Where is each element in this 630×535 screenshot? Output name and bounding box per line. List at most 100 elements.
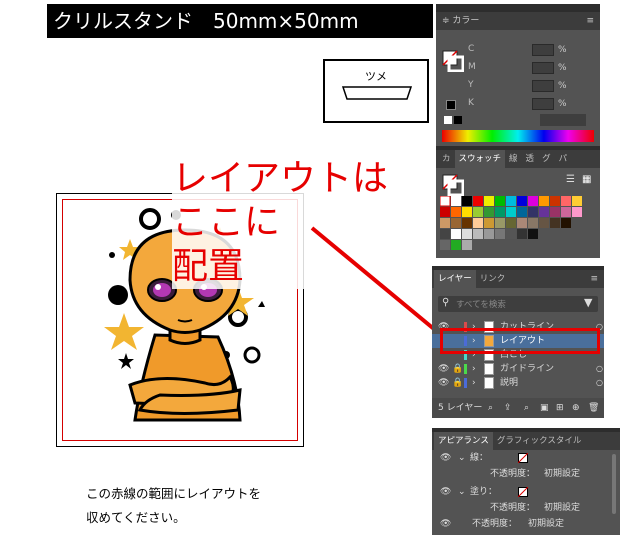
channel-y-label: Y [468,80,474,90]
tab-swatches[interactable]: スウォッチ [454,150,506,168]
target-circle-icon[interactable]: ○ [596,376,603,390]
chevron-icon[interactable]: ≑ [442,16,452,26]
tab-pathfinder[interactable]: パ [555,150,572,168]
appearance-fill-opacity-row[interactable]: 不透明度： 初期設定 [432,500,620,516]
chevron-down-icon[interactable]: ⌄ [458,450,466,466]
callout-line-1: レイアウトは [172,157,389,201]
eye-icon[interactable]: 👁 [440,516,451,532]
panel-menu-icon[interactable]: ≡ [590,270,598,288]
stroke-label: 線： [470,453,489,463]
search-placeholder: すべてを検索 [456,300,506,310]
channel-y-input[interactable] [532,80,554,92]
filter-icon[interactable]: ▼ [584,296,592,309]
chevron-right-icon[interactable]: › [472,362,476,376]
tab-appearance[interactable]: アピアランス [434,432,493,450]
appearance-stroke-row[interactable]: 👁 ⌄ 線： [432,450,620,466]
layer-highlight-box [440,328,600,354]
instruction-line-2: 収めてください。 [86,510,186,525]
appearance-object-opacity-row[interactable]: 👁 不透明度： 初期設定 [432,516,620,532]
fill-stroke-icon[interactable] [442,50,464,72]
black-swatch[interactable] [446,100,456,110]
callout-line-3: 配置 [172,245,389,289]
channel-k-unit: % [558,99,567,109]
tab-stroke[interactable]: 線 [505,150,522,168]
new-layer-icon[interactable]: ⊕ [572,398,580,418]
color-panel-header[interactable]: ≑ カラー ≡ [436,12,600,30]
grid-view-icon[interactable]: ▦ [582,174,591,185]
layer-name: 説明 [500,378,519,388]
appearance-stroke-opacity-row[interactable]: 不透明度： 初期設定 [432,466,620,482]
tab-gradient[interactable]: グ [538,150,555,168]
export-icon[interactable]: ⇪ [504,398,512,418]
layer-row-description[interactable]: 👁 🔒 › 説明 ○ [432,376,604,390]
clipping-mask-icon[interactable]: ▣ [540,398,549,418]
black-mini-swatch[interactable] [454,116,462,124]
swatch-fill-stroke-icon[interactable] [442,174,464,196]
stroke-none-swatch[interactable] [518,453,528,463]
target-circle-icon[interactable]: ○ [596,362,603,376]
artboard-title: クリルスタンド 50mm×50mm [47,4,433,38]
channel-m-label: M [468,62,476,72]
opacity-value: 初期設定 [528,519,565,529]
swatch-panel: カスウォッチ線透グパ ☰ ▦ [436,146,600,258]
color-panel-title: カラー [452,16,480,26]
new-sublayer-icon[interactable]: ⊞ [556,398,564,418]
layers-tabs: レイヤー リンク ≡ [432,270,604,288]
tab-color-guide[interactable]: カ [438,150,455,168]
layers-footer: 5 レイヤー ⌕ ⇪ ⌕ ▣ ⊞ ⊕ 🗑 [432,398,604,418]
appearance-panel: アピアランス グラフィックスタイル 👁 ⌄ 線： 不透明度： 初期設定 👁 ⌄ 塗… [432,428,620,535]
layer-name: ガイドライン [500,364,555,374]
none-swatch[interactable] [444,116,452,124]
appearance-fill-row[interactable]: 👁 ⌄ 塗り： [432,484,620,500]
layer-color-bar [464,364,467,374]
lock-icon[interactable]: 🔒 [452,376,463,390]
tsume-label: ツメ [365,70,387,83]
search-layer-icon[interactable]: ⌕ [524,398,529,418]
channel-c-input[interactable] [532,44,554,56]
fill-none-swatch[interactable] [518,487,528,497]
swatch-grid[interactable] [440,196,596,252]
eye-icon[interactable]: 👁 [440,450,451,466]
tsume-box: ツメ [323,59,429,123]
layer-color-bar [464,378,467,388]
tab-links[interactable]: リンク [476,270,510,288]
instruction-text: この赤線の範囲にレイアウトを 収めてください。 [86,482,261,530]
layer-count: 5 レイヤー [438,403,483,413]
channel-c-row: C [468,44,474,58]
panel-menu-icon[interactable]: ≡ [586,12,594,30]
callout-line-2: ここに [172,201,389,245]
eye-icon[interactable]: 👁 [438,376,449,390]
chevron-right-icon[interactable]: › [472,376,476,390]
eye-icon[interactable]: 👁 [438,362,449,376]
channel-k-label: K [468,98,474,108]
layout-callout: レイアウトは ここに 配置 [172,157,389,289]
appearance-scrollbar[interactable] [612,454,616,514]
channel-k-input[interactable] [532,98,554,110]
chevron-down-icon[interactable]: ⌄ [458,484,466,500]
eye-icon[interactable]: 👁 [440,484,451,500]
layers-search-field[interactable]: ⚲ すべてを検索 ▼ [438,296,598,312]
trash-icon[interactable]: 🗑 [588,398,599,418]
channel-y-unit: % [558,81,567,91]
channel-k-row: K [468,98,474,112]
swatch-tabs: カスウォッチ線透グパ [436,150,600,168]
fill-label: 塗り： [470,487,498,497]
search-icon: ⚲ [442,297,450,308]
color-spectrum[interactable] [442,130,594,142]
layer-thumbnail [484,363,494,375]
tab-graphic-styles[interactable]: グラフィックスタイル [493,432,586,450]
layer-row-guideline[interactable]: 👁 🔒 › ガイドライン ○ [432,362,604,376]
tsume-shape [341,86,413,100]
tab-transparency[interactable]: 透 [522,150,539,168]
opacity-label: 不透明度： [490,503,536,513]
opacity-value: 初期設定 [544,469,581,479]
opacity-value: 初期設定 [544,503,581,513]
layer-thumbnail [484,377,494,389]
channel-m-input[interactable] [532,62,554,74]
tab-layers[interactable]: レイヤー [434,270,476,288]
locate-object-icon[interactable]: ⌕ [488,398,493,418]
list-view-icon[interactable]: ☰ [566,174,575,185]
hex-input[interactable] [540,114,586,126]
lock-icon[interactable]: 🔒 [452,362,463,376]
color-panel: ≑ カラー ≡ C % M % Y % K % [436,4,600,146]
